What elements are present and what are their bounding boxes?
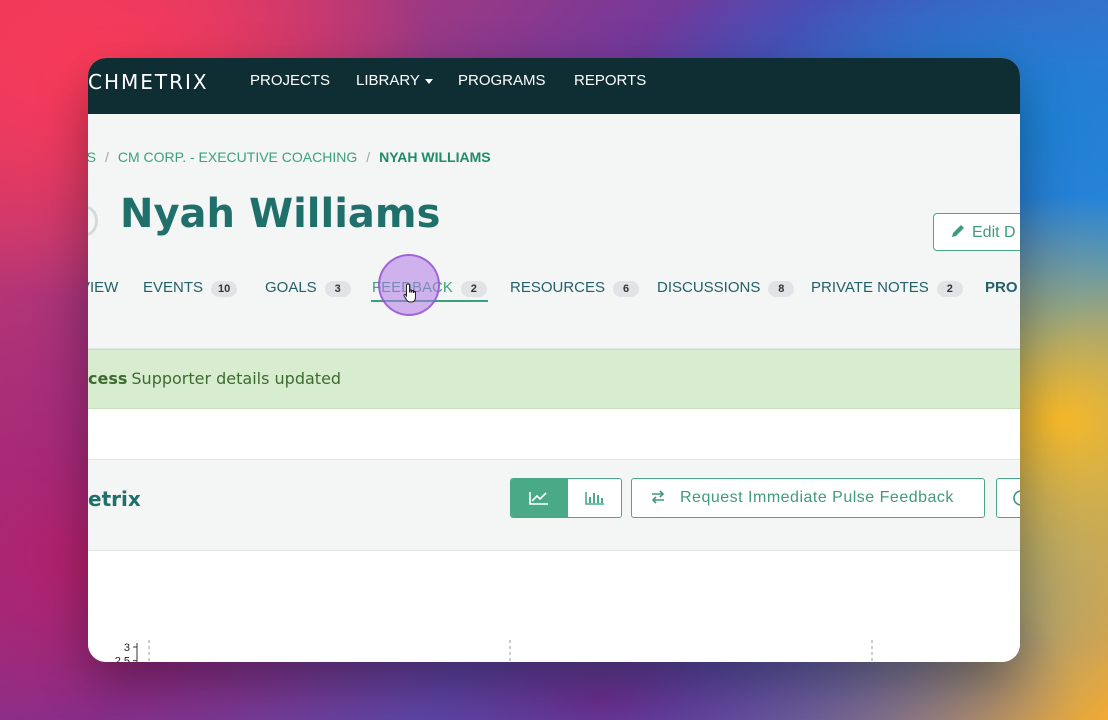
tab-label: VIEW [88, 279, 119, 296]
line-chart: 32.521.5 [115, 640, 873, 662]
nav-projects[interactable]: PROJECTS [250, 72, 330, 89]
alert-message: Supporter details updated [131, 369, 342, 388]
line-chart-toggle-button[interactable] [511, 479, 567, 517]
nav-programs[interactable]: PROGRAMS [458, 72, 546, 89]
count-badge: 8 [768, 281, 795, 297]
count-badge: 2 [460, 281, 487, 297]
spacer-band [88, 409, 1020, 460]
bar-chart-toggle-button[interactable] [567, 479, 621, 517]
clock-icon [1013, 490, 1020, 506]
tab-resources[interactable]: RESOURCES 6 [510, 279, 640, 297]
hand-pointer-icon [403, 283, 416, 303]
tab-private-notes[interactable]: PRIVATE NOTES 2 [811, 279, 963, 297]
more-actions-button[interactable] [996, 478, 1020, 518]
edit-details-button[interactable]: Edit D [933, 213, 1020, 251]
tab-label: DISCUSSIONS [657, 279, 761, 296]
tab-label: EVENTS [143, 279, 204, 296]
tab-program[interactable]: PRO [985, 279, 1018, 296]
nav-library-label: LIBRARY [356, 72, 420, 89]
tab-events[interactable]: EVENTS 10 [143, 279, 238, 297]
count-badge: 2 [936, 281, 963, 297]
tab-discussions[interactable]: DISCUSSIONS 8 [657, 279, 795, 297]
breadcrumb-project[interactable]: CM CORP. - EXECUTIVE COACHING [118, 149, 357, 165]
success-alert: cess Supporter details updated [88, 349, 1020, 409]
request-pulse-feedback-button[interactable]: Request Immediate Pulse Feedback [631, 478, 985, 518]
tab-label: PRIVATE NOTES [811, 279, 929, 296]
metrix-section-header: etrix Request Immediate Pulse Feedback [88, 460, 1020, 551]
edit-details-label: Edit D [972, 224, 1016, 241]
tab-label: GOALS [265, 279, 317, 296]
count-badge: 6 [613, 281, 640, 297]
swap-arrows-icon [651, 490, 665, 504]
breadcrumb: CTS / CM CORP. - EXECUTIVE COACHING / NYAH W… [88, 149, 500, 165]
breadcrumb-separator: / [105, 149, 109, 165]
line-chart-icon [529, 492, 548, 505]
breadcrumb-separator: / [366, 149, 371, 165]
top-navbar: CHMETRIX PROJECTS LIBRARY PROGRAMS REPOR… [88, 58, 1020, 114]
bar-chart-icon [585, 492, 604, 505]
y-tick-label: 3 [124, 642, 130, 654]
section-title: etrix [88, 487, 141, 511]
tab-goals[interactable]: GOALS 3 [265, 279, 351, 297]
tab-label: PRO [985, 279, 1018, 296]
count-badge: 3 [324, 281, 351, 297]
app-window: CHMETRIX PROJECTS LIBRARY PROGRAMS REPOR… [88, 58, 1020, 662]
chart-type-toggle [510, 478, 622, 518]
breadcrumb-projects[interactable]: CTS [88, 149, 96, 165]
nav-reports[interactable]: REPORTS [574, 72, 646, 89]
caret-down-icon [424, 78, 433, 84]
tab-label: RESOURCES [510, 279, 606, 296]
pencil-icon [952, 225, 964, 237]
breadcrumb-current: NYAH WILLIAMS [379, 149, 491, 165]
feedback-chart: 32.521.5 [88, 551, 1020, 662]
tab-overview[interactable]: VIEW [88, 279, 118, 296]
count-badge: 10 [211, 281, 238, 297]
brand-logo[interactable]: CHMETRIX [88, 70, 209, 94]
y-tick-label: 2.5 [115, 656, 130, 662]
page-title: Nyah Williams [120, 191, 441, 237]
alert-strong: cess [88, 369, 128, 388]
nav-library[interactable]: LIBRARY [356, 72, 433, 89]
request-pulse-feedback-label: Request Immediate Pulse Feedback [680, 489, 954, 506]
avatar [88, 206, 98, 236]
